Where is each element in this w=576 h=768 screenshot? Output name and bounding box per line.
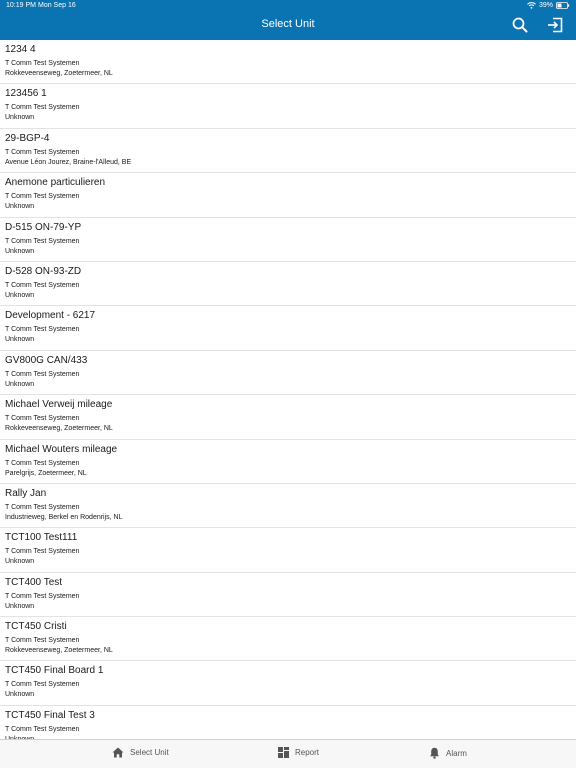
search-icon — [512, 17, 528, 33]
list-item[interactable]: D-515 ON-79-YP T Comm Test Systemen Unknow… — [0, 218, 576, 262]
unit-company: T Comm Test Systemen — [5, 326, 80, 334]
logout-button[interactable] — [546, 16, 564, 34]
unit-address: Unknown — [5, 602, 35, 610]
list-item[interactable]: Michael Verweij mileage T Comm Test Syste… — [0, 395, 576, 440]
unit-name: TCT100 Test111 — [5, 532, 78, 544]
unit-company: T Comm Test Systemen — [5, 60, 80, 67]
unit-company: T Comm Test Systemen — [5, 503, 80, 511]
unit-address: Industrieweg, Berkel en Rodenrijs, NL — [5, 513, 123, 521]
list-item[interactable]: TCT400 Test T Comm Test Systemen Unknown — [0, 573, 576, 618]
list-item[interactable]: 29-BGP-4 T Comm Test Systemen Avenue Léon … — [0, 129, 576, 174]
unit-address: Unknown — [5, 691, 35, 699]
unit-name: 123456 1 — [5, 88, 47, 100]
battery-icon — [556, 2, 570, 9]
unit-company: T Comm Test Systemen — [5, 592, 80, 600]
unit-name: Michael Verweij mileage — [5, 399, 113, 411]
unit-address: Rokkeveenseweg, Zoetermeer, NL — [5, 70, 113, 77]
unit-name: Rally Jan — [5, 487, 47, 499]
unit-company: T Comm Test Systemen — [5, 237, 80, 245]
logout-icon — [548, 17, 563, 33]
unit-company: T Comm Test Systemen — [5, 415, 80, 423]
list-item[interactable]: TCT450 Cristi T Comm Test Systemen Rokkeve… — [0, 617, 576, 662]
unit-address: Unknown — [5, 247, 35, 255]
list-item[interactable]: Development - 6217 T Comm Test Systemen Un… — [0, 306, 576, 351]
wifi-icon — [527, 2, 536, 9]
tab-report-label: Report — [295, 748, 320, 757]
unit-address: Rokkeveenseweg, Zoetermeer, NL — [5, 425, 113, 433]
unit-name: Anemone particulieren — [5, 177, 106, 189]
bell-icon — [430, 747, 439, 759]
unit-company: T Comm Test Systemen — [5, 370, 80, 378]
tab-select-unit[interactable]: Select Unit — [112, 747, 169, 758]
unit-address: Avenue Léon Jourez, Braine-l'Alleud, BE — [5, 158, 132, 166]
tab-select-unit-label: Select Unit — [130, 748, 169, 757]
report-icon — [278, 747, 289, 758]
unit-address: Unknown — [5, 558, 35, 566]
unit-company: T Comm Test Systemen — [5, 281, 80, 289]
list-item[interactable]: 1234 4 T Comm Test Systemen Rokkeveenseweg… — [0, 40, 576, 85]
unit-address: Rokkeveenseweg, Zoetermeer, NL — [5, 647, 113, 655]
unit-name: Development - 6217 — [5, 310, 96, 322]
unit-name: TCT450 Cristi — [5, 621, 67, 633]
unit-address: Parelgrijs, Zoetermeer, NL — [5, 469, 87, 477]
status-indicators: 39% — [527, 2, 570, 9]
list-item[interactable]: GV800G CAN/433 T Comm Test Systemen Unknow… — [0, 351, 576, 396]
tab-alarm-label: Alarm — [446, 748, 467, 758]
unit-company: T Comm Test Systemen — [5, 725, 80, 733]
list-item[interactable]: 123456 1 T Comm Test Systemen Unknown — [0, 84, 576, 129]
unit-address: Unknown — [5, 336, 35, 344]
unit-name: TCT400 Test — [5, 576, 63, 588]
unit-company: T Comm Test Systemen — [5, 681, 80, 689]
list-item[interactable]: D-528 ON-93-ZD T Comm Test Systemen Unknow… — [0, 262, 576, 307]
unit-name: Michael Wouters mileage — [5, 443, 118, 455]
unit-name: TCT450 Final Test 3 — [5, 709, 95, 721]
list-item[interactable]: TCT450 Final Test 3T Comm Test SystemenU… — [0, 706, 576, 739]
unit-address: Unknown — [5, 380, 35, 388]
tab-report[interactable]: Report — [278, 747, 319, 758]
unit-address: Unknown — [5, 291, 35, 299]
status-date: Mon Sep 16 — [38, 2, 76, 9]
unit-name: 29-BGP-4 — [5, 132, 50, 144]
unit-company: T Comm Test Systemen — [5, 148, 80, 156]
unit-name: 1234 4 — [5, 44, 36, 55]
unit-address: Unknown — [5, 114, 35, 122]
unit-name: TCT450 Final Board 1 — [5, 665, 104, 677]
list-item[interactable]: TCT450 Final Board 1 T Comm Test Systemen… — [0, 661, 576, 706]
unit-company: T Comm Test Systemen — [5, 459, 80, 467]
list-item[interactable]: Rally Jan T Comm Test Systemen Industriewe… — [0, 484, 576, 529]
page-title: Select Unit — [261, 18, 315, 30]
unit-address: Unknown — [5, 203, 35, 211]
tab-alarm[interactable]: Alarm — [429, 747, 467, 759]
search-button[interactable] — [511, 16, 529, 34]
header-bar: 10:19 PM Mon Sep 16 39% Select Unit — [0, 0, 576, 40]
unit-company: T Comm Test Systemen — [5, 193, 80, 201]
unit-name: D-515 ON-79-YP — [5, 221, 82, 233]
home-icon — [112, 747, 124, 758]
unit-name: D-528 ON-93-ZD — [5, 265, 82, 277]
list-item[interactable]: Michael Wouters mileage T Comm Test Syste… — [0, 440, 576, 484]
tab-bar: Select Unit Report Alarm — [0, 739, 576, 768]
unit-company: T Comm Test Systemen — [5, 548, 80, 556]
battery-percent: 39% — [538, 2, 553, 9]
unit-company: T Comm Test Systemen — [5, 104, 80, 112]
status-bar: 10:19 PM Mon Sep 16 39% — [0, 0, 576, 12]
list-item[interactable]: Anemone particulieren T Comm Test Systeme… — [0, 173, 576, 218]
unit-company: T Comm Test Systemen — [5, 637, 80, 645]
unit-name: GV800G CAN/433 — [5, 354, 88, 366]
status-time: 10:19 PM — [6, 2, 36, 9]
list-item[interactable]: TCT100 Test111 T Comm Test Systemen Unknow… — [0, 528, 576, 573]
unit-list[interactable]: 1234 4 T Comm Test Systemen Rokkeveenseweg… — [0, 40, 576, 739]
